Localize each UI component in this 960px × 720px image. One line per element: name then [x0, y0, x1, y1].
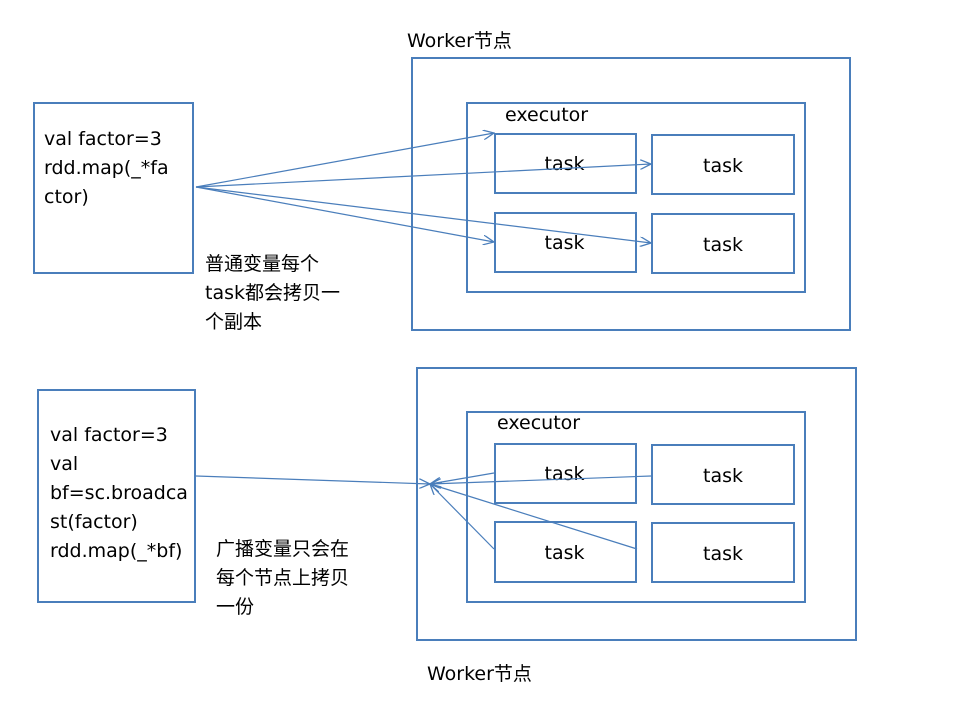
arrow-from-task	[430, 475, 652, 484]
arrow-to-worker	[195, 475, 430, 484]
arrow-to-task	[195, 186, 651, 243]
arrow-to-task	[195, 164, 651, 188]
arrow-to-task	[195, 186, 494, 242]
arrows-layer	[195, 0, 960, 550]
arrow-from-task	[430, 484, 638, 550]
